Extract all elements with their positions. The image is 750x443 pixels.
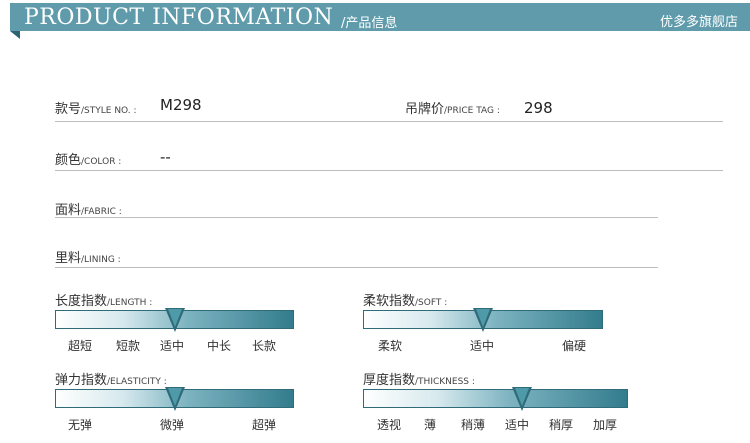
thickness-tick: 薄 — [423, 418, 437, 432]
soft-tick: 柔软 — [377, 339, 403, 353]
length-scale-bar — [55, 308, 294, 332]
thickness-scale-title: 厚度指数/THICKNESS : — [363, 373, 475, 388]
elasticity-tick: 超弹 — [251, 418, 277, 432]
length-tick: 超短 — [67, 339, 93, 353]
length-scale-title: 长度指数/LENGTH : — [55, 294, 153, 309]
store-name: 优多多旗舰店 — [659, 15, 738, 30]
thickness-tick: 稍薄 — [460, 418, 486, 432]
elasticity-scale-bar — [55, 387, 294, 411]
length-tick: 适中 — [159, 339, 185, 353]
thickness-tick: 透视 — [376, 418, 402, 432]
soft-scale-bar — [363, 308, 603, 332]
divider — [55, 170, 723, 171]
soft-tick: 适中 — [469, 339, 495, 353]
style-no-label: 款号/STYLE NO. : — [55, 102, 137, 117]
fabric-label: 面料/FABRIC : — [55, 203, 122, 218]
page-subtitle: /产品信息 — [341, 16, 398, 31]
divider — [55, 267, 658, 268]
thickness-tick: 稍厚 — [548, 418, 574, 432]
price-tag-value: 298 — [524, 99, 553, 117]
page-title: PRODUCT INFORMATION — [24, 5, 334, 30]
length-tick: 中长 — [206, 339, 232, 353]
elasticity-tick: 微弹 — [159, 418, 185, 432]
soft-level-marker — [473, 308, 493, 332]
thickness-tick: 适中 — [504, 418, 530, 432]
style-no-value: M298 — [160, 96, 202, 114]
divider — [55, 217, 658, 218]
elasticity-tick: 无弹 — [67, 418, 93, 432]
elasticity-level-marker — [164, 387, 185, 411]
soft-scale-title: 柔软指数/SOFT : — [363, 294, 448, 309]
divider — [55, 121, 723, 122]
length-tick: 短款 — [115, 339, 141, 353]
banner-fold — [10, 31, 20, 39]
thickness-level-marker — [511, 387, 532, 411]
price-tag-label: 吊牌价/PRICE TAG : — [405, 102, 500, 117]
elasticity-scale-title: 弹力指数/ELASTICITY : — [55, 373, 167, 388]
length-tick: 长款 — [251, 339, 277, 353]
soft-tick: 偏硬 — [561, 339, 587, 353]
lining-label: 里料/LINING : — [55, 251, 121, 266]
color-value: -- — [160, 148, 171, 166]
length-level-marker — [164, 308, 185, 332]
thickness-scale-bar — [363, 387, 628, 411]
header-banner: PRODUCT INFORMATION /产品信息 优多多旗舰店 — [10, 3, 750, 31]
color-label: 颜色/COLOR : — [55, 153, 122, 168]
thickness-tick: 加厚 — [592, 418, 618, 432]
